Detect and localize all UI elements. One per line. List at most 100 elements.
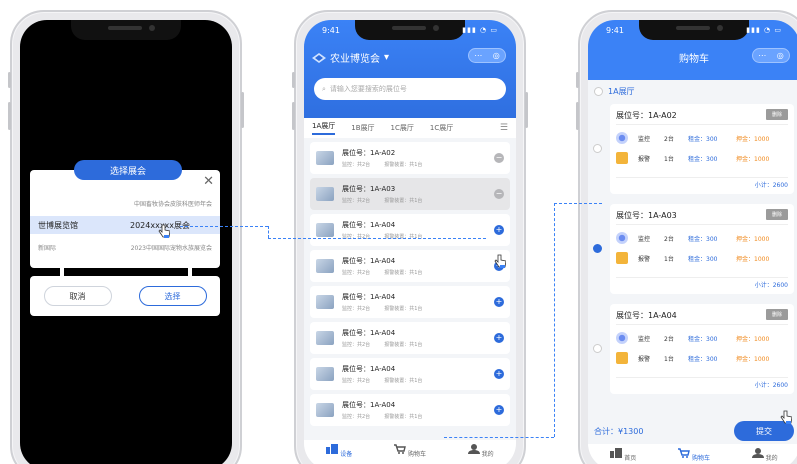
capsule-menu[interactable]: ⋯ ◎ [468,48,506,63]
device-image [316,403,334,417]
alarm-count: 报警装置：共1台 [384,270,423,276]
booth-number: 展位号：1A-A04 [342,257,396,265]
select-button[interactable]: 选择 [138,286,207,306]
notch [71,20,181,40]
tab-bar: 设备 购物车 我的 [304,440,516,464]
hall-tabs: 1A展厅 1B展厅 1C展厅 1C展厅 ☰ [304,118,516,138]
cancel-button[interactable]: 取消 [43,286,112,306]
remove-icon[interactable]: − [494,153,504,163]
device-image [316,331,334,345]
status-time: 9:41 [322,26,340,35]
add-icon[interactable]: + [494,225,504,235]
signal-icon: ▮▮▮ ◔ ▭ [746,26,782,34]
tap-hand-icon [158,224,170,238]
remove-icon[interactable]: − [494,189,504,199]
devices-icon [326,444,339,454]
phone-cart: 9:41 ▮▮▮ ◔ ▭ 购物车 ⋯ ◎ 1A展厅 展位号：1A-A02 删除 监控 2… [576,10,797,464]
booth-number: 展位号：1A-A03 [342,185,396,193]
cart-item: 监控 2台 租金：300 押金：1000 [616,330,788,346]
checkbox-icon[interactable] [593,344,602,353]
total-amount: 合计：¥1300 [594,426,644,436]
cart-card: 展位号：1A-A02 删除 监控 2台 租金：300 押金：1000 报警 1台 租金：300 押… [593,104,794,194]
booth-card[interactable]: 展位号：1A-A04监控：共2台报警装置：共1台+ [310,394,510,426]
booth-card[interactable]: 展位号：1A-A04 监控：共2台 报警装置：共1台 + [310,358,510,390]
tabbar-mine[interactable]: 我的 [745,448,785,462]
add-icon[interactable]: + [494,297,504,307]
add-icon[interactable]: + [494,405,504,415]
monitor-count: 监控：共2台 [342,414,371,420]
booth-card[interactable]: 展位号：1A-A04监控：共2台报警装置：共1台+ [310,286,510,318]
booth-card[interactable]: 展位号：1A-A04监控：共2台报警装置：共1台+ [310,322,510,354]
alarm-icon [616,152,628,164]
exhibition-title[interactable]: 农业博览会 ▾ [312,50,389,65]
tab-hall-1b[interactable]: 1B展厅 [351,123,374,133]
tabbar-mine[interactable]: 我的 [461,444,501,458]
cart-item: 报警 1台 租金：300 押金：1000 [616,150,788,166]
booth-card[interactable]: 展位号：1A-A02 监控：共2台 报警装置：共1台 − [310,142,510,174]
cart-icon [394,444,406,454]
delete-button[interactable]: 删除 [766,309,788,320]
hall-label: 1A展厅 [608,87,635,96]
tap-hand-icon [780,410,792,424]
hall-select-all[interactable]: 1A展厅 [594,86,635,97]
monitor-count: 监控：共2台 [342,306,371,312]
subtotal: 小计：2600 [754,282,788,289]
delete-button[interactable]: 删除 [766,209,788,220]
status-bar: 9:41 ▮▮▮ ◔ ▭ [606,26,782,38]
monitor-count: 监控：共2台 [342,162,371,168]
tab-hall-1a[interactable]: 1A展厅 [312,121,336,135]
cart-footer: 合计：¥1300 提交 [588,420,797,442]
monitor-count: 监控：共2台 [342,378,371,384]
chevron-down-icon: ▾ [384,52,390,63]
checkbox-icon[interactable] [593,244,602,253]
cart-item: 监控 2台 租金：300 押金：1000 [616,230,788,246]
target-icon: ◎ [776,51,784,60]
exhibition-modal: 选择展会 ✕ 中国畜牧协会皮肤科医师年会 世博展览馆 2024xxxxx展会 新… [30,160,220,268]
device-image [316,151,334,165]
tab-hall-1c-2[interactable]: 1C展厅 [430,123,453,133]
alarm-count: 报警装置：共1台 [384,342,423,348]
tab-hall-1c[interactable]: 1C展厅 [391,123,414,133]
checkbox-icon[interactable] [593,144,602,153]
monitor-count: 监控：共2台 [342,270,371,276]
flow-connector [268,226,269,238]
alarm-icon [616,352,628,364]
subtotal: 小计：2600 [754,382,788,389]
booth-card[interactable]: 展位号：1A-A04监控：共2台报警装置：共1台+ [310,214,510,246]
menu-icon[interactable]: ☰ [500,123,508,133]
cart-card: 展位号：1A-A04 删除 监控 2台 租金：300 押金：1000 报警 1台 租金：300 押… [593,304,794,394]
alarm-icon [616,252,628,264]
capsule-menu[interactable]: ⋯ ◎ [752,48,790,63]
device-image [316,187,334,201]
flow-connector [444,437,554,438]
booth-card[interactable]: 展位号：1A-A03 监控：共2台 报警装置：共1台 − [310,178,510,210]
delete-button[interactable]: 删除 [766,109,788,120]
cart-card: 展位号：1A-A03 删除 监控 2台 租金：300 押金：1000 报警 1台 租金：300 押… [593,204,794,294]
booth-number: 展位号：1A-A04 [342,365,396,373]
modal-footer: 取消 选择 [30,276,220,316]
booth-number: 展位号：1A-A02 [342,149,396,157]
close-icon[interactable]: ✕ [203,174,214,189]
exhibition-option-selected[interactable]: 世博展览馆 2024xxxxx展会 [30,216,220,234]
exhibition-option[interactable]: 中国畜牧协会皮肤科医师年会 [30,194,220,212]
flow-connector [554,203,602,204]
radio-icon[interactable] [594,87,603,96]
alarm-count: 报警装置：共1台 [384,198,423,204]
search-input[interactable]: ⌕ 请输入您要搜索的展位号 [314,78,506,100]
device-image [316,223,334,237]
tabbar-cart[interactable]: 购物车 [674,448,714,462]
tabbar-devices[interactable]: 设备 [319,444,359,458]
tabbar-cart[interactable]: 购物车 [390,444,430,458]
tabbar-home[interactable]: 首页 [603,448,643,462]
add-icon[interactable]: + [494,333,504,343]
alarm-count: 报警装置：共1台 [384,378,423,384]
phone-device-list: 9:41 ▮▮▮ ◔ ▭ 农业博览会 ▾ ⋯ ◎ ⌕ 请输入您要搜索的展位号 1A… [292,10,528,464]
booth-number: 展位号：1A-A03 [616,211,677,220]
more-icon: ⋯ [474,51,483,60]
add-icon[interactable]: + [494,369,504,379]
more-icon: ⋯ [758,51,767,60]
camera-icon [616,132,628,144]
exhibition-option[interactable]: 新国际 2023中国国际宠物水族展览会 [30,238,220,256]
submit-button[interactable]: 提交 [734,421,794,441]
booth-card[interactable]: 展位号：1A-A04监控：共2台报警装置：共1台+ [310,250,510,282]
